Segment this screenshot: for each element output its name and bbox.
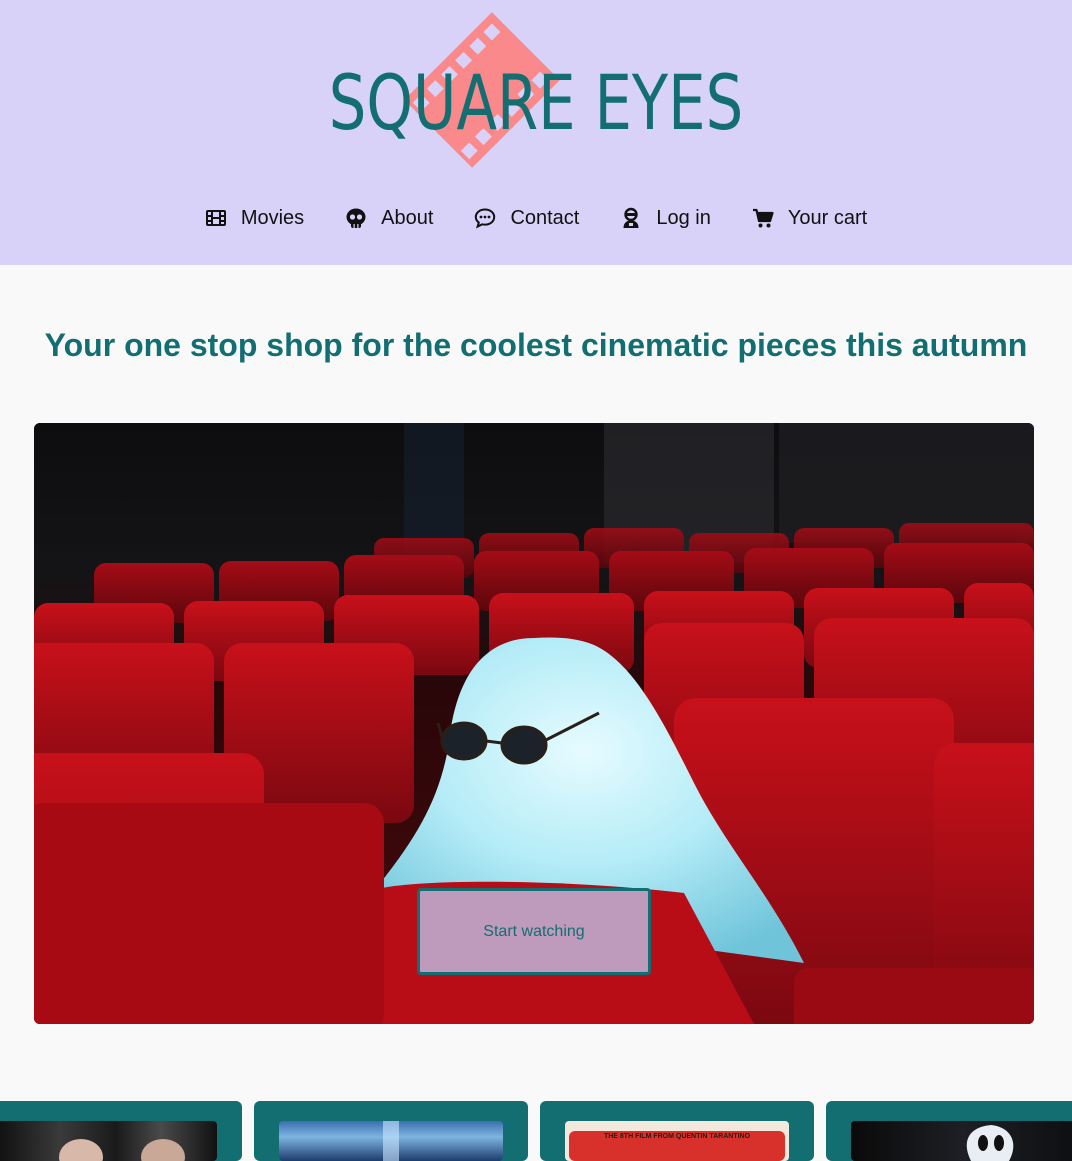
page-tagline: Your one stop shop for the coolest cinem… [44,327,1028,363]
movie-card[interactable] [0,1101,242,1161]
nav-label-cart: Your cart [787,206,868,229]
film-icon [205,207,227,229]
movie-poster-3[interactable]: THE 8TH FILM FROM QUENTIN TARANTINO [565,1121,789,1161]
movie-poster-2[interactable] [279,1121,503,1161]
site-logo-text[interactable]: SQUARE EYES [118,58,954,148]
poster-caption: THE 8TH FILM FROM QUENTIN TARANTINO [603,1133,751,1140]
nav-label-movies: Movies [240,206,305,229]
nav-label-login: Log in [656,206,711,229]
nav-item-movies[interactable]: Movies [205,207,304,230]
nav-label-about: About [381,206,434,229]
movie-card[interactable]: THE 8TH FILM FROM QUENTIN TARANTINO [540,1101,814,1161]
hero-banner: Start watching [34,423,1034,1024]
user-icon [620,207,642,229]
nav-item-about[interactable]: About [345,207,433,230]
nav-item-login[interactable]: Log in [620,207,711,230]
nav-label-contact: Contact [510,206,580,229]
skull-icon [345,207,367,229]
movie-card[interactable] [254,1101,528,1161]
movie-poster-4[interactable] [851,1121,1072,1161]
movie-poster-1[interactable] [0,1121,217,1161]
main-nav: Movies About Contact Log in Your cart [0,200,1072,236]
nav-item-contact[interactable]: Contact [474,207,579,230]
site-header: SQUARE EYES Movies About Contact Log in … [0,0,1072,265]
movie-card[interactable] [826,1101,1072,1161]
chat-icon [474,207,496,229]
cart-icon [752,207,774,229]
nav-item-cart[interactable]: Your cart [752,207,867,230]
start-watching-button[interactable]: Start watching [417,888,651,975]
